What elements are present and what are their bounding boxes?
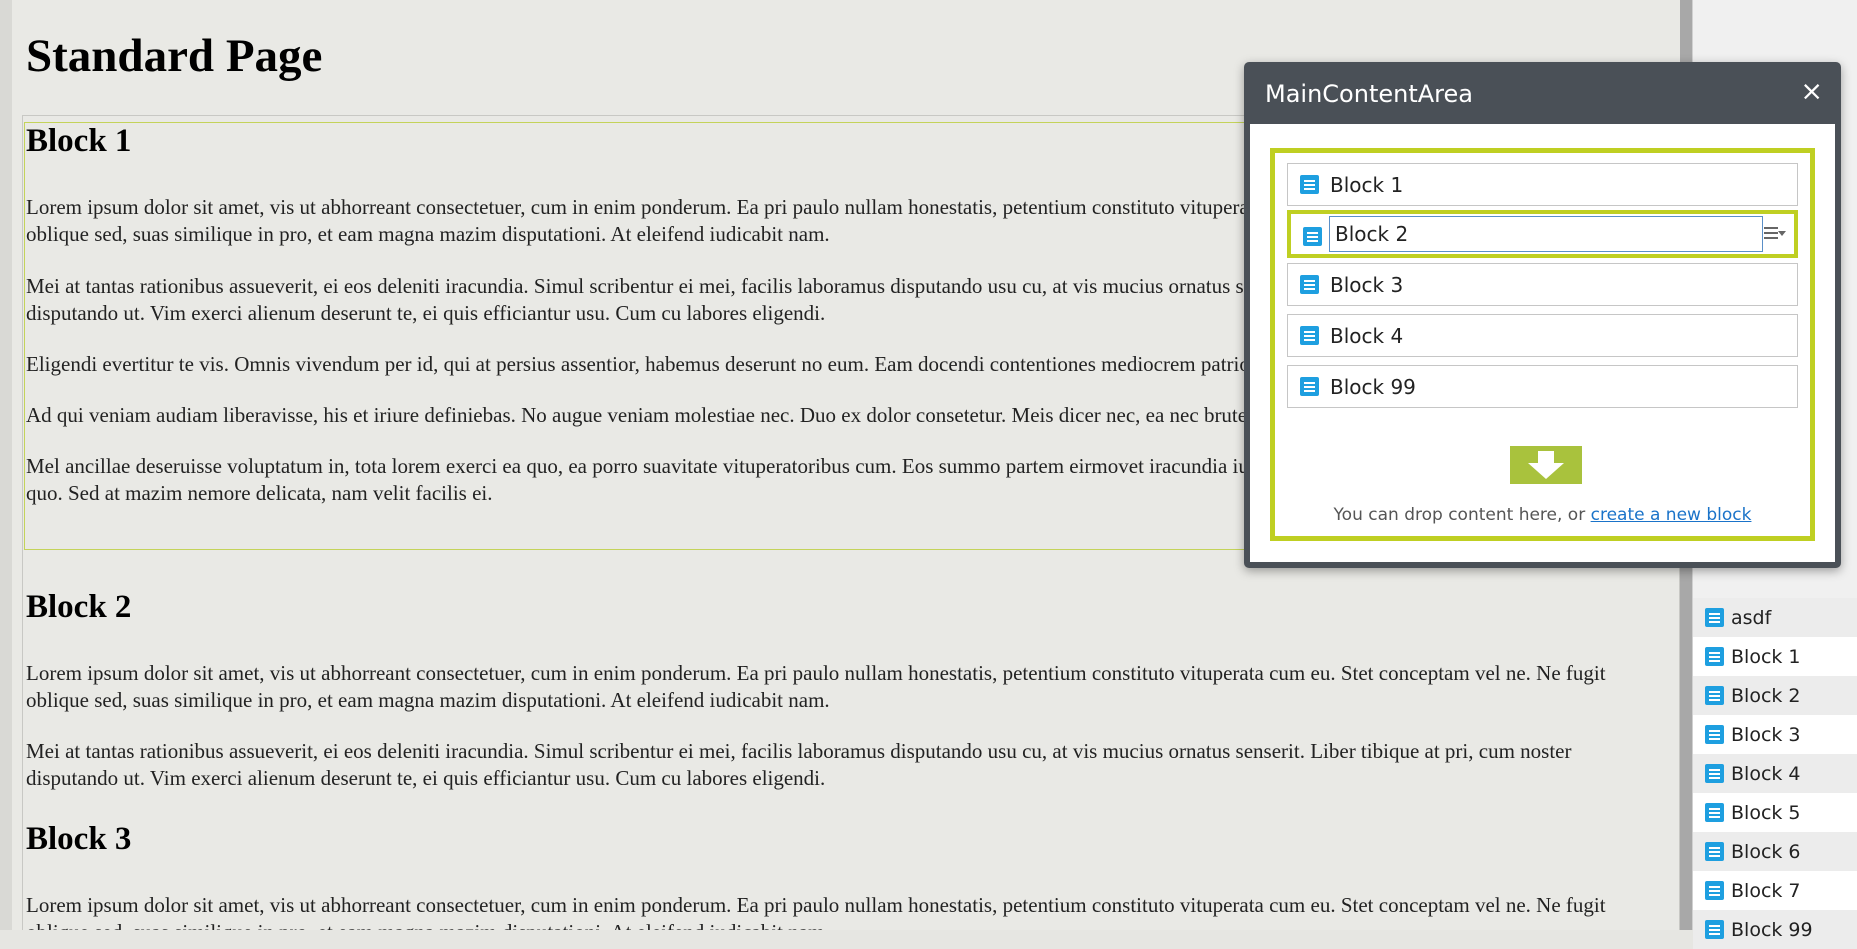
block-paragraph: Mei at tantas rationibus assueverit, ei … [26,738,1572,790]
asset-item[interactable]: Block 5 [1693,793,1857,832]
asset-label: Block 2 [1731,684,1801,707]
asset-item[interactable]: Block 1 [1693,637,1857,676]
block-icon [1300,175,1319,194]
page-title: Standard Page [26,30,323,82]
block-icon [1303,227,1322,246]
asset-list: asdf Block 1 Block 2 Block 3 Block 4 Blo… [1693,598,1857,949]
asset-label: Block 5 [1731,801,1801,824]
content-slot-block-2[interactable] [1287,210,1798,258]
slot-label: Block 1 [1330,172,1404,197]
drop-hint: You can drop content here, or create a n… [1275,505,1810,525]
block-icon [1705,803,1724,822]
block-icon [1705,725,1724,744]
block-icon [1705,881,1724,900]
asset-item[interactable]: Block 6 [1693,832,1857,871]
create-new-block-link[interactable]: create a new block [1591,505,1752,525]
block-icon [1300,377,1319,396]
asset-label: Block 3 [1731,723,1801,746]
asset-item[interactable]: Block 7 [1693,871,1857,910]
content-slot-block-1[interactable]: Block 1 [1287,163,1798,206]
block-icon [1705,608,1724,627]
dialog-header[interactable]: MainContentArea × [1244,62,1841,124]
close-icon[interactable]: × [1800,76,1823,107]
block-paragraph: Lorem ipsum dolor sit amet, vis ut abhor… [26,892,1606,930]
block-icon [1300,275,1319,294]
asset-item[interactable]: Block 4 [1693,754,1857,793]
block-paragraph: Lorem ipsum dolor sit amet, vis ut abhor… [26,660,1606,712]
asset-item[interactable]: Block 2 [1693,676,1857,715]
asset-label: Block 7 [1731,879,1801,902]
block-icon [1705,647,1724,666]
block-icon [1705,842,1724,861]
dialog-title: MainContentArea [1265,80,1473,108]
block-icon [1705,764,1724,783]
content-area-dialog: MainContentArea × Block 1 Block 3 [1244,62,1841,568]
content-slot-block-3[interactable]: Block 3 [1287,263,1798,306]
drop-zone[interactable]: Block 1 Block 3 Block 4 Block 99 [1270,148,1815,541]
asset-label: Block 4 [1731,762,1801,785]
drop-arrow-icon [1510,446,1582,484]
content-slot-block-4[interactable]: Block 4 [1287,314,1798,357]
slot-name-input[interactable] [1329,216,1763,252]
dialog-body: Block 1 Block 3 Block 4 Block 99 [1250,124,1835,562]
content-block-2[interactable]: Block 2 Lorem ipsum dolor sit amet, vis … [26,588,1666,792]
context-menu-icon[interactable] [1764,224,1786,244]
asset-label: Block 6 [1731,840,1801,863]
slot-label: Block 3 [1330,272,1404,297]
block-icon [1300,326,1319,345]
asset-label: asdf [1731,606,1772,629]
drop-hint-text: You can drop content here, or [1333,505,1591,525]
slot-label: Block 99 [1330,374,1416,399]
asset-item[interactable]: Block 3 [1693,715,1857,754]
block-icon [1705,686,1724,705]
block-heading: Block 3 [26,821,132,857]
block-heading: Block 2 [26,589,132,625]
asset-label: Block 1 [1731,645,1801,668]
content-block-3[interactable]: Block 3 Lorem ipsum dolor sit amet, vis … [26,820,1666,930]
slot-label: Block 4 [1330,323,1404,348]
asset-item[interactable]: asdf [1693,598,1857,637]
content-slot-block-99[interactable]: Block 99 [1287,365,1798,408]
